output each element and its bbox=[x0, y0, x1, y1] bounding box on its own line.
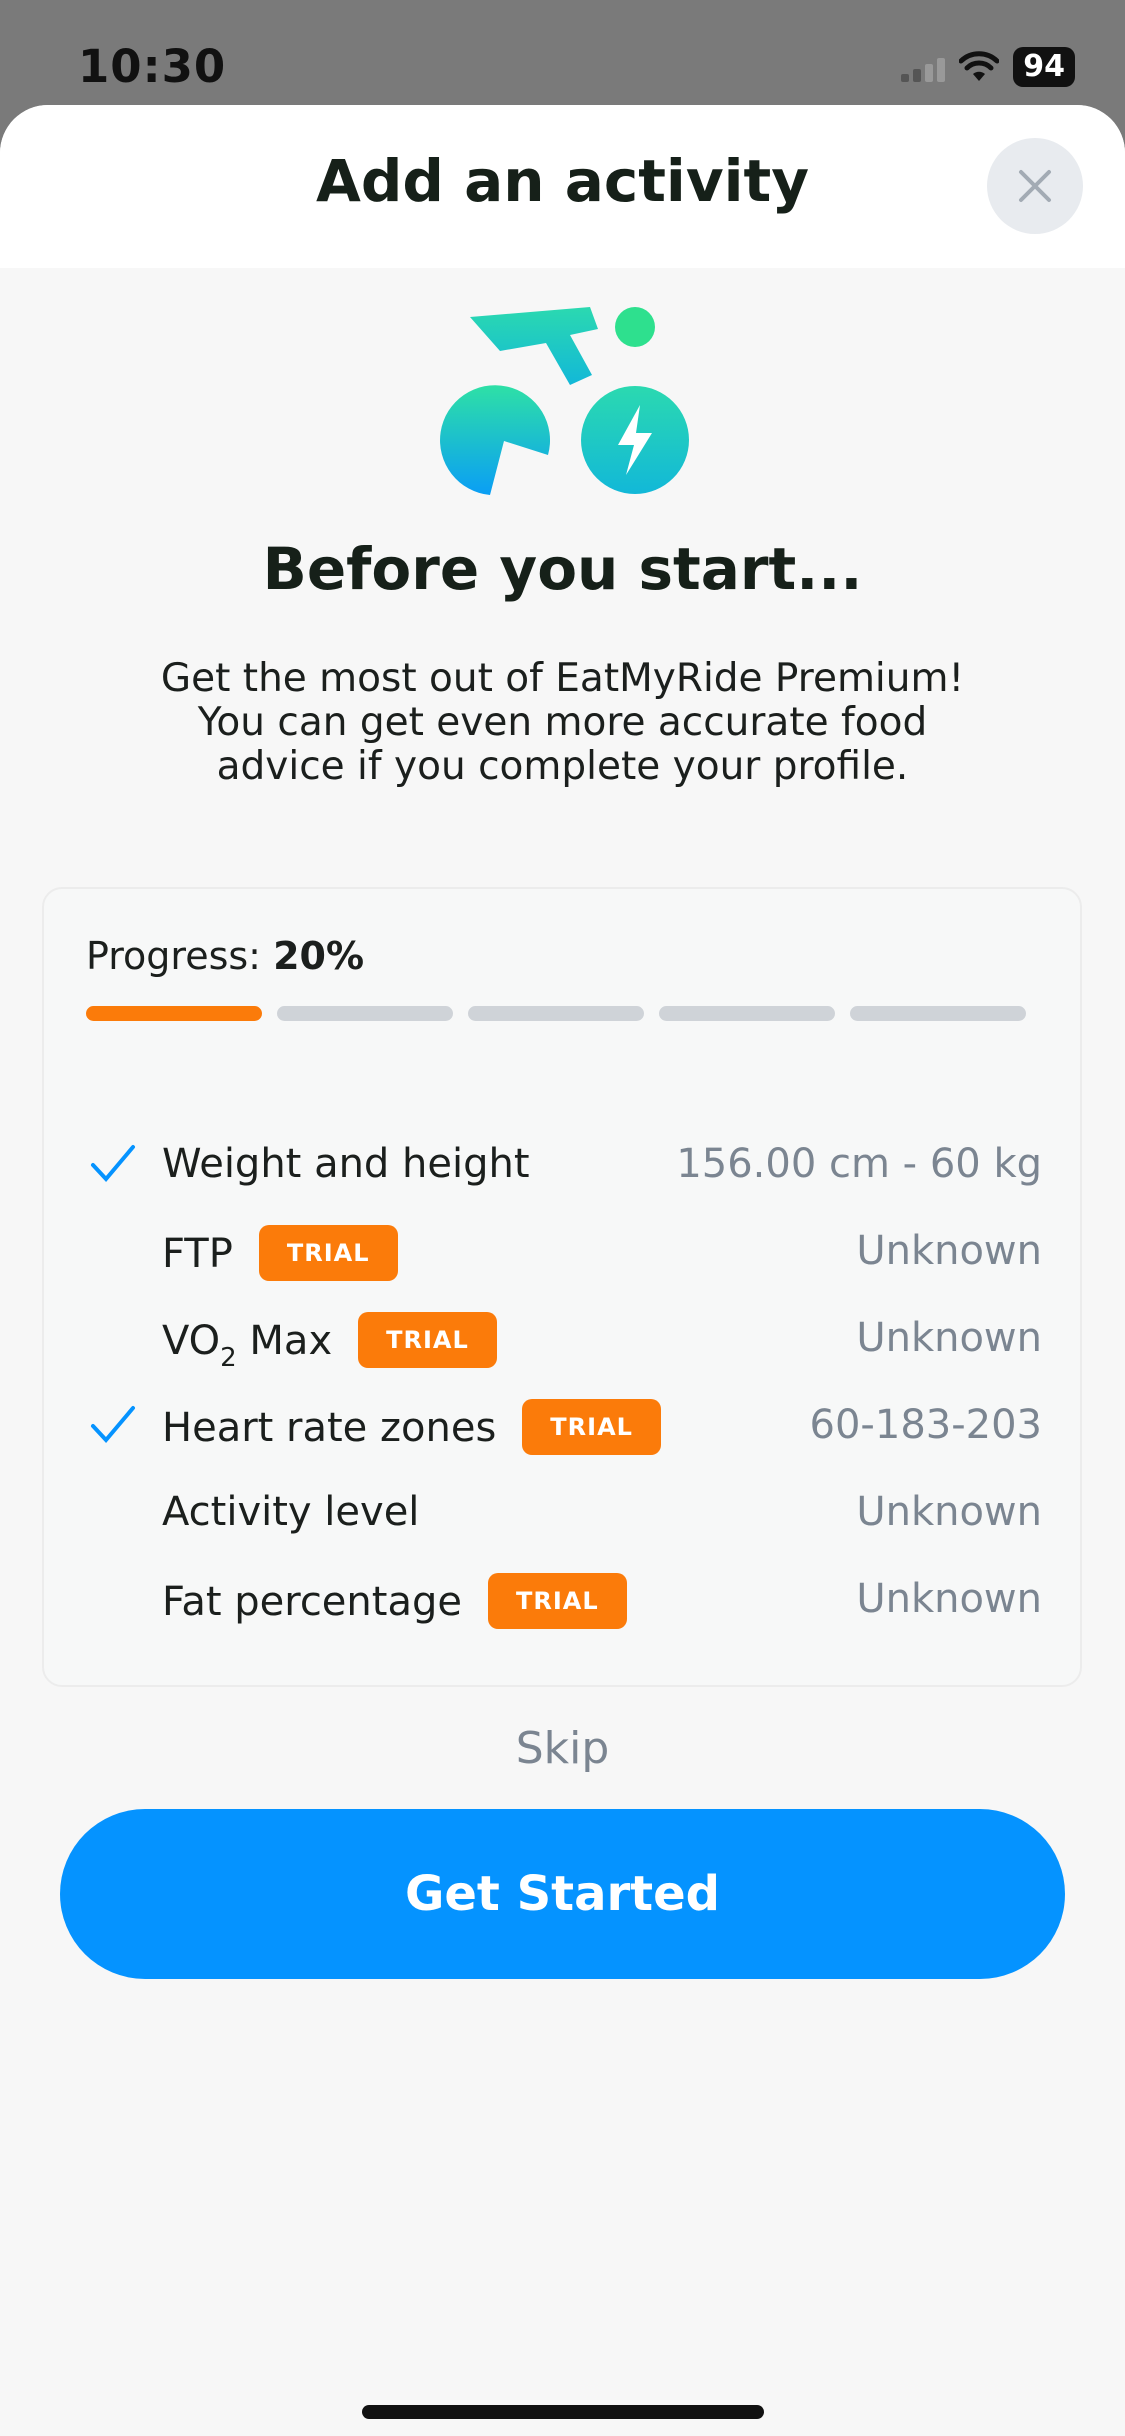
status-icons: 94 bbox=[901, 46, 1075, 88]
progress-segment bbox=[86, 1006, 262, 1021]
profile-item-row[interactable]: Activity level Unknown bbox=[44, 1477, 1084, 1547]
profile-item-row[interactable]: FTP TRIAL Unknown bbox=[44, 1216, 1084, 1286]
profile-item-row[interactable]: Fat percentage TRIAL Unknown bbox=[44, 1564, 1084, 1634]
profile-item-label: Heart rate zones TRIAL bbox=[162, 1399, 661, 1458]
sheet-header: Add an activity bbox=[0, 105, 1125, 268]
signal-icon bbox=[901, 52, 946, 82]
profile-item-row[interactable]: VO2 Max TRIAL Unknown bbox=[44, 1303, 1084, 1373]
trial-badge: TRIAL bbox=[258, 1225, 398, 1281]
cyclist-logo-icon bbox=[440, 307, 689, 495]
progress-segment bbox=[468, 1006, 644, 1021]
heading: Before you start... bbox=[262, 535, 863, 603]
profile-item-label: Activity level bbox=[162, 1489, 420, 1535]
progress-segment bbox=[850, 1006, 1026, 1021]
profile-item-value: Unknown bbox=[856, 1489, 1042, 1535]
progress-bar bbox=[86, 1006, 1026, 1021]
get-started-button[interactable]: Get Started bbox=[60, 1809, 1065, 1979]
trial-badge: TRIAL bbox=[487, 1573, 627, 1629]
profile-item-value: Unknown bbox=[856, 1228, 1042, 1274]
progress-label-text: Progress: bbox=[86, 934, 261, 978]
profile-item-value: Unknown bbox=[856, 1576, 1042, 1622]
trial-badge: TRIAL bbox=[522, 1399, 661, 1455]
profile-item-row[interactable]: Heart rate zones TRIAL 60-183-203 bbox=[44, 1390, 1084, 1460]
profile-item-value: Unknown bbox=[856, 1315, 1042, 1361]
sheet-title: Add an activity bbox=[315, 147, 810, 215]
profile-item-label: Weight and height bbox=[162, 1141, 530, 1187]
profile-item-label: FTP TRIAL bbox=[162, 1225, 398, 1284]
progress-segment bbox=[277, 1006, 453, 1021]
checkmark-icon bbox=[91, 1406, 135, 1444]
description: Get the most out of EatMyRide Premium! Y… bbox=[160, 656, 965, 789]
wifi-icon bbox=[959, 51, 1000, 81]
progress-label: Progress: 20% bbox=[86, 934, 364, 978]
trial-badge: TRIAL bbox=[358, 1312, 497, 1368]
profile-item-value: 156.00 cm - 60 kg bbox=[676, 1141, 1042, 1187]
checkmark-icon bbox=[91, 1145, 135, 1183]
profile-item-value: 60-183-203 bbox=[809, 1402, 1042, 1448]
close-button[interactable] bbox=[987, 138, 1083, 234]
progress-value: 20% bbox=[273, 934, 365, 978]
status-time: 10:30 bbox=[78, 40, 227, 93]
profile-item-label: Fat percentage TRIAL bbox=[162, 1573, 627, 1632]
status-bar: 10:30 94 bbox=[0, 0, 1125, 105]
skip-button[interactable]: Skip bbox=[0, 1723, 1125, 1774]
profile-progress-card: Progress: 20% Weight and height 156.00 cm… bbox=[42, 887, 1082, 1687]
profile-item-row[interactable]: Weight and height 156.00 cm - 60 kg bbox=[44, 1129, 1084, 1199]
profile-item-label: VO2 Max TRIAL bbox=[162, 1312, 497, 1373]
progress-segment bbox=[659, 1006, 835, 1021]
add-activity-sheet: Add an activity Before you start... Get … bbox=[0, 105, 1125, 2436]
home-indicator bbox=[362, 2405, 764, 2419]
battery-indicator: 94 bbox=[1013, 47, 1075, 87]
close-icon bbox=[1019, 170, 1051, 202]
